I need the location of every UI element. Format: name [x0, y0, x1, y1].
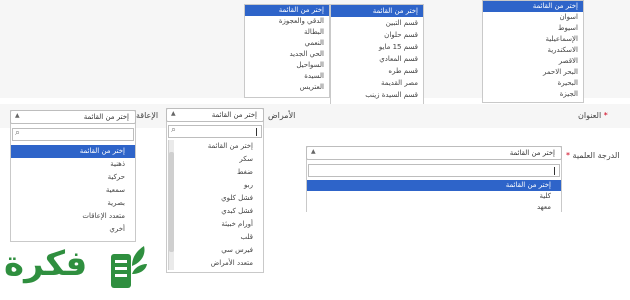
caret-up-icon: ▲ [311, 148, 316, 155]
list-item[interactable]: معهد [307, 202, 561, 212]
list-item[interactable]: البطالة [245, 27, 329, 38]
area-list-items: إختر من القائمة الدقي والعجوزة البطالة النع… [245, 5, 329, 93]
degree-search-input[interactable] [308, 164, 560, 177]
list-item[interactable]: مصر القديمة [331, 77, 423, 89]
disability-select-value: إختر من القائمة [83, 113, 129, 121]
logo: فكرة [4, 240, 154, 298]
governorate-listbox[interactable]: إختر من القائمة اسوان اسيوط الإسماعيلية الاس… [482, 0, 584, 103]
list-item[interactable]: سمعية [11, 184, 135, 197]
degree-label-text: الدرجة العلمية [572, 151, 620, 160]
disability-label: الإعاقة [136, 111, 159, 120]
list-item[interactable]: ضغط [175, 166, 263, 179]
list-item[interactable]: فشل كلوي [175, 192, 263, 205]
list-item[interactable]: إختر من القائمة [331, 5, 423, 17]
list-item[interactable]: قسم طره [331, 65, 423, 77]
book-leaf-icon [111, 246, 147, 288]
list-item[interactable]: إختر من القائمة [483, 1, 583, 12]
degree-options: إختر من القائمة كلية معهد [307, 180, 561, 212]
list-item[interactable]: اسيوط [483, 23, 583, 34]
list-item[interactable]: كلية [307, 191, 561, 202]
search-icon: ⌕ [15, 128, 21, 138]
list-item[interactable]: ذهنية [11, 158, 135, 171]
text-cursor [256, 128, 257, 136]
list-item[interactable]: إختر من القائمة [175, 140, 263, 153]
disease-search-input[interactable]: ⌕ [168, 125, 262, 138]
list-item[interactable]: الحي الجديد [245, 49, 329, 60]
address-label-text: العنوان [578, 111, 602, 120]
degree-options-list: إختر من القائمة كلية معهد [307, 180, 561, 212]
disease-options-list: إختر من القائمة سكر ضغط ربو فشل كلوي فشل كبدي… [175, 140, 263, 270]
police-station-listbox[interactable]: إختر من القائمة قسم التبين قسم حلوان قسم 15… [330, 4, 424, 108]
list-item[interactable]: إختر من القائمة [245, 5, 329, 16]
caret-up-icon: ▲ [15, 112, 20, 119]
disease-select-value: إختر من القائمة [211, 111, 257, 119]
required-marker: * [603, 111, 608, 120]
disability-select[interactable]: ▲ إختر من القائمة [10, 110, 136, 124]
degree-label: * الدرجة العلمية [566, 151, 620, 160]
list-item[interactable]: السيدة [245, 71, 329, 82]
degree-select[interactable]: ▲ إختر من القائمة [306, 146, 562, 160]
police-station-list-items: إختر من القائمة قسم التبين قسم حلوان قسم 15… [331, 5, 423, 101]
degree-select-value: إختر من القائمة [509, 149, 555, 157]
list-item[interactable]: الاقصر [483, 56, 583, 67]
list-item[interactable]: حركية [11, 171, 135, 184]
address-label: العنوان * [578, 111, 608, 120]
disease-options: إختر من القائمة سكر ضغط ربو فشل كلوي فشل كبدي… [175, 140, 263, 270]
disease-select[interactable]: ▲ إختر من القائمة [166, 108, 264, 122]
list-item[interactable]: الاسكندرية [483, 45, 583, 56]
search-icon: ⌕ [171, 125, 177, 135]
list-item[interactable]: متعدد الأمراض [175, 257, 263, 270]
list-item[interactable]: ربو [175, 179, 263, 192]
list-item[interactable]: أخري [11, 223, 135, 236]
list-item[interactable]: قلب [175, 231, 263, 244]
required-marker: * [566, 151, 570, 160]
disability-search-input[interactable]: ⌕ [12, 128, 134, 141]
list-item[interactable]: الإسماعيلية [483, 34, 583, 45]
list-item[interactable]: العتريس [245, 82, 329, 93]
disease-scrollbar[interactable] [168, 140, 174, 270]
logo-text: فكرة [4, 244, 88, 284]
list-item[interactable]: متعدد الإعاقات [11, 210, 135, 223]
list-item[interactable]: سكر [175, 153, 263, 166]
list-item[interactable]: البحيرة [483, 78, 583, 89]
list-item[interactable]: الجيزة [483, 89, 583, 100]
list-item[interactable]: فيرس سي [175, 244, 263, 257]
list-item[interactable]: قسم السيدة زينب [331, 89, 423, 101]
text-cursor [554, 167, 555, 175]
list-item[interactable]: النعمي [245, 38, 329, 49]
disability-options-list: إختر من القائمة ذهنية حركية سمعية بصرية متعدد… [11, 145, 135, 240]
list-item[interactable]: بصرية [11, 197, 135, 210]
list-item[interactable]: إختر من القائمة [307, 180, 561, 191]
scrollbar-thumb[interactable] [169, 152, 174, 252]
area-listbox[interactable]: إختر من القائمة الدقي والعجوزة البطالة النع… [244, 4, 330, 98]
list-item[interactable]: الدقي والعجوزة [245, 16, 329, 27]
list-item[interactable]: البحر الاحمر [483, 67, 583, 78]
governorate-list-items: إختر من القائمة اسوان اسيوط الإسماعيلية الاس… [483, 1, 583, 100]
list-item[interactable]: السواحيل [245, 60, 329, 71]
disability-options: إختر من القائمة ذهنية حركية سمعية بصرية متعدد… [11, 145, 135, 236]
list-item[interactable]: قسم المعادي [331, 53, 423, 65]
list-item[interactable]: قسم التبين [331, 17, 423, 29]
caret-up-icon: ▲ [171, 110, 176, 117]
list-item[interactable]: فشل كبدي [175, 205, 263, 218]
list-item[interactable]: إختر من القائمة [11, 145, 135, 158]
disease-label: الأمراض [268, 111, 296, 120]
list-item[interactable]: اسوان [483, 12, 583, 23]
list-item[interactable]: أورام خبيثة [175, 218, 263, 231]
list-item[interactable]: قسم 15 مايو [331, 41, 423, 53]
list-item[interactable]: قسم حلوان [331, 29, 423, 41]
